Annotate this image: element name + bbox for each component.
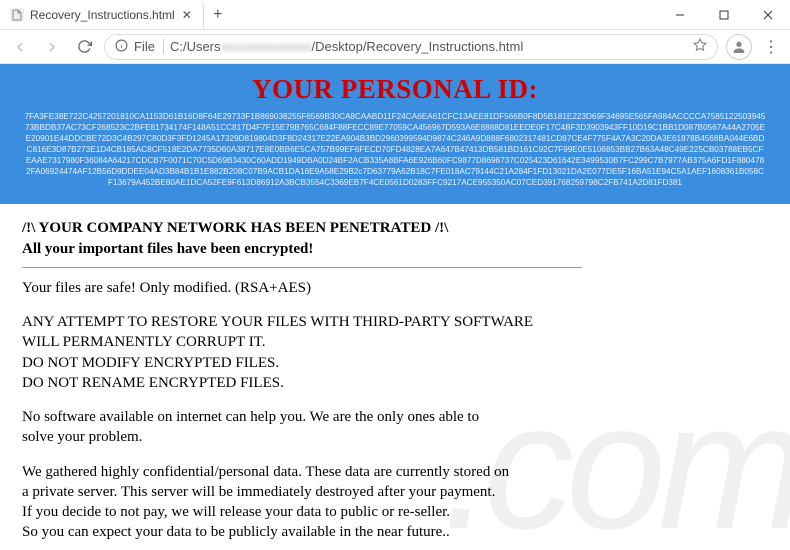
bookmark-icon[interactable] xyxy=(693,38,707,55)
warn-heading-1: /!\ YOUR COMPANY NETWORK HAS BEEN PENETR… xyxy=(22,218,768,238)
note-p1: Your files are safe! Only modified. (RSA… xyxy=(22,278,642,298)
note-p4: We gathered highly confidential/personal… xyxy=(22,462,642,543)
tab-title: Recovery_Instructions.html xyxy=(30,8,175,22)
kebab-menu-icon[interactable]: ⋮ xyxy=(760,37,782,57)
maximize-button[interactable] xyxy=(702,0,746,29)
close-window-button[interactable] xyxy=(746,0,790,29)
page-content: .com YOUR PERSONAL ID: 7FA3FE38E722C4257… xyxy=(0,64,790,550)
url-scheme-label: File xyxy=(134,39,164,54)
close-tab-icon[interactable]: ✕ xyxy=(181,9,193,21)
id-banner: YOUR PERSONAL ID: 7FA3FE38E722C425720181… xyxy=(0,64,790,204)
profile-avatar[interactable] xyxy=(726,34,752,60)
new-tab-button[interactable]: + xyxy=(204,0,232,29)
file-icon xyxy=(10,8,24,22)
divider xyxy=(22,267,582,268)
note-p2: ANY ATTEMPT TO RESTORE YOUR FILES WITH T… xyxy=(22,312,642,393)
forward-button[interactable] xyxy=(40,35,64,59)
note-p3: No software available on internet can he… xyxy=(22,407,642,448)
browser-tab[interactable]: Recovery_Instructions.html ✕ xyxy=(0,0,204,29)
personal-id-hex: 7FA3FE38E722C4257201810CA1153D61B16D8F64… xyxy=(22,111,768,188)
reload-button[interactable] xyxy=(72,35,96,59)
back-button[interactable] xyxy=(8,35,32,59)
window-titlebar: Recovery_Instructions.html ✕ + xyxy=(0,0,790,30)
address-bar: File C:/Usersxxxxxxxxxxxxxx/Desktop/Reco… xyxy=(0,30,790,64)
info-icon xyxy=(115,39,128,55)
url-input[interactable]: File C:/Usersxxxxxxxxxxxxxx/Desktop/Reco… xyxy=(104,34,718,60)
ransom-note-body: /!\ YOUR COMPANY NETWORK HAS BEEN PENETR… xyxy=(0,204,790,550)
warn-heading-2: All your important files have been encry… xyxy=(22,239,768,259)
minimize-button[interactable] xyxy=(658,0,702,29)
banner-title: YOUR PERSONAL ID: xyxy=(22,74,768,105)
url-path: C:/Usersxxxxxxxxxxxxxx/Desktop/Recovery_… xyxy=(170,39,523,54)
